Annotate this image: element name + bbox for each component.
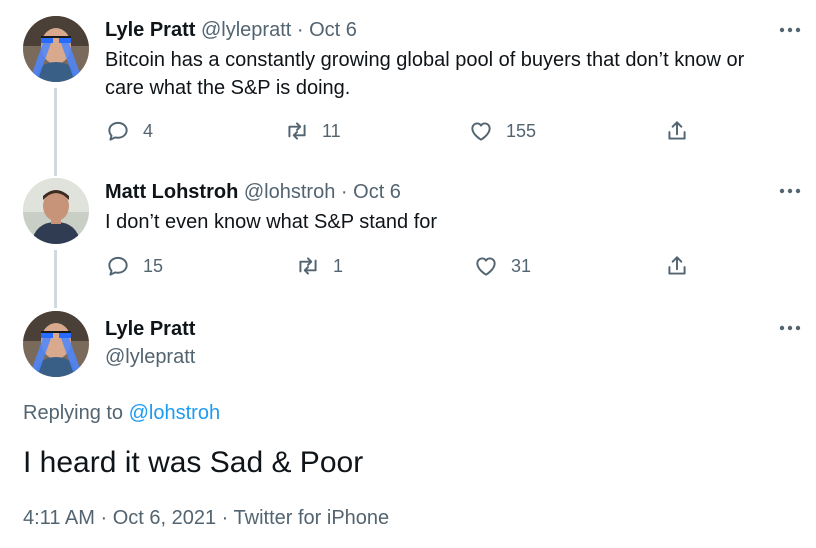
- avatar-lyle-pratt[interactable]: [23, 311, 89, 377]
- tweet-thread: Lyle Pratt @lylepratt · Oct 6 Bitcoin ha…: [0, 0, 816, 548]
- replying-to: Replying to @lohstroh: [23, 400, 220, 426]
- tweet-header: Lyle Pratt @lylepratt · Oct 6: [105, 18, 357, 42]
- like-button[interactable]: 31: [473, 253, 531, 279]
- like-count: 31: [511, 255, 532, 276]
- author-handle[interactable]: @lylepratt: [105, 346, 195, 368]
- reply-count: 4: [143, 120, 154, 141]
- tweet-header: Matt Lohstroh @lohstroh · Oct 6: [105, 180, 401, 204]
- author-name[interactable]: Matt Lohstroh: [105, 181, 238, 203]
- thread-line: [54, 88, 57, 176]
- reply-icon: [108, 121, 128, 141]
- author-handle[interactable]: @lylepratt: [201, 19, 291, 41]
- main-tweet-author-handle[interactable]: @lylepratt: [105, 345, 195, 369]
- replying-to-label: Replying to: [23, 402, 124, 424]
- main-tweet-author-name[interactable]: Lyle Pratt: [105, 317, 195, 341]
- separator-dot: ·: [221, 507, 229, 529]
- more-icon: [779, 325, 801, 331]
- tweet-source[interactable]: Twitter for iPhone: [234, 507, 390, 529]
- tweet-time[interactable]: 4:11 AM: [23, 507, 95, 529]
- reply-button[interactable]: 4: [105, 118, 153, 144]
- retweet-icon: [299, 257, 317, 275]
- main-tweet-text: I heard it was Sad & Poor: [23, 446, 364, 479]
- more-icon: [779, 188, 801, 194]
- reply-count: 15: [143, 255, 164, 276]
- share-button[interactable]: [664, 253, 690, 279]
- retweet-count: 1: [333, 255, 344, 276]
- retweet-button[interactable]: 1: [295, 253, 343, 279]
- tweet-text-line: I don’t even know what S&P stand for: [105, 211, 438, 233]
- thread-line: [54, 250, 57, 308]
- replying-to-handle-link[interactable]: @lohstroh: [129, 402, 220, 424]
- tweet-text: I don’t even know what S&P stand for: [105, 208, 437, 236]
- tweet-text: Bitcoin has a constantly growing global …: [105, 46, 744, 102]
- share-button[interactable]: [664, 118, 690, 144]
- tweet-date[interactable]: Oct 6: [309, 19, 357, 41]
- separator-dot: ·: [100, 507, 108, 529]
- more-options-button[interactable]: [775, 318, 805, 338]
- avatar-lyle-pratt[interactable]: [23, 16, 89, 82]
- like-count: 155: [506, 120, 537, 141]
- more-options-button[interactable]: [775, 20, 805, 40]
- separator-dot: ·: [296, 19, 304, 41]
- more-icon: [779, 27, 801, 33]
- share-icon: [668, 256, 686, 275]
- retweet-count: 11: [322, 120, 341, 141]
- separator-dot: ·: [340, 181, 348, 203]
- heart-icon: [471, 122, 491, 141]
- share-icon: [668, 121, 686, 140]
- author-name[interactable]: Lyle Pratt: [105, 19, 195, 41]
- avatar-matt-lohstroh[interactable]: [23, 178, 89, 244]
- author-handle[interactable]: @lohstroh: [244, 181, 335, 203]
- tweet-date[interactable]: Oct 6: [353, 181, 401, 203]
- author-name[interactable]: Lyle Pratt: [105, 318, 195, 340]
- heart-icon: [476, 257, 496, 276]
- reply-button[interactable]: 15: [105, 253, 163, 279]
- retweet-icon: [288, 122, 306, 140]
- more-options-button[interactable]: [775, 181, 805, 201]
- retweet-button[interactable]: 11: [284, 118, 341, 144]
- like-button[interactable]: 155: [468, 118, 536, 144]
- reply-icon: [108, 256, 128, 276]
- tweet-metadata: 4:11 AM · Oct 6, 2021 · Twitter for iPho…: [23, 505, 389, 531]
- tweet-text-line: Bitcoin has a constantly growing global …: [105, 49, 745, 71]
- tweet-full-date[interactable]: Oct 6, 2021: [113, 507, 216, 529]
- tweet-text-line: care what the S&P is doing.: [105, 77, 351, 99]
